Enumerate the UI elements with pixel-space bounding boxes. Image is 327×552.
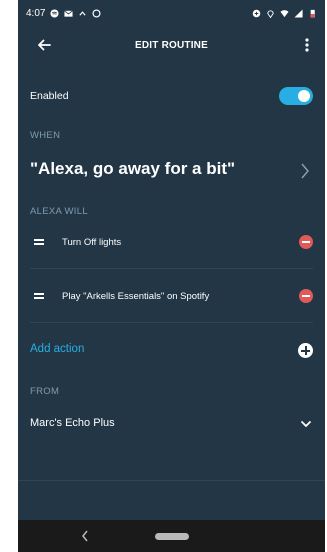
app-bar: EDIT ROUTINE [18,26,325,64]
battery-icon [310,9,315,18]
status-bar: 4:07 [18,0,325,26]
section-from: FROM [30,386,60,397]
status-time: 4:07 [26,7,46,19]
page-title: EDIT ROUTINE [135,39,208,51]
remove-icon[interactable] [299,235,313,249]
section-when: WHEN [30,130,61,141]
nav-home-pill[interactable] [154,532,189,540]
add-action-link[interactable]: Add action [30,343,84,355]
status-left: 4:07 [26,8,101,19]
when-phrase[interactable]: "Alexa, go away for a bit" [30,159,235,179]
action-label: Turn Off lights [62,236,122,248]
drag-handle-icon[interactable] [34,238,46,246]
drag-handle-icon[interactable] [34,292,46,300]
action-item[interactable]: Turn Off lights [30,216,313,269]
chevron-right-icon[interactable] [299,161,311,181]
wifi-icon [280,9,289,17]
enabled-toggle[interactable] [279,87,313,105]
nav-back-icon[interactable] [80,529,90,543]
ring-notification-icon [92,8,101,18]
signal-icon [294,8,303,18]
chevron-down-icon[interactable] [299,418,313,430]
remove-icon[interactable] [299,289,313,303]
divider [18,480,325,481]
action-item[interactable]: Play "Arkells Essentials" on Spotify [30,270,313,323]
device-select-value[interactable]: Marc's Echo Plus [30,417,115,429]
mail-notification-icon [64,9,74,17]
status-right [252,8,317,18]
data-saver-icon [252,9,261,17]
back-arrow-icon[interactable] [33,34,55,56]
toggle-knob [298,90,310,102]
caret-up-notification-icon [79,10,87,16]
action-label: Play "Arkells Essentials" on Spotify [62,290,210,302]
location-icon [267,9,274,18]
more-vert-icon[interactable] [301,34,313,56]
system-nav-bar [18,520,325,552]
spotify-notification-icon [50,8,60,18]
phone-screen: 4:07 EDIT ROUTINE Enabled WHEN "Alexa, g… [18,0,325,552]
add-icon[interactable] [298,343,313,358]
